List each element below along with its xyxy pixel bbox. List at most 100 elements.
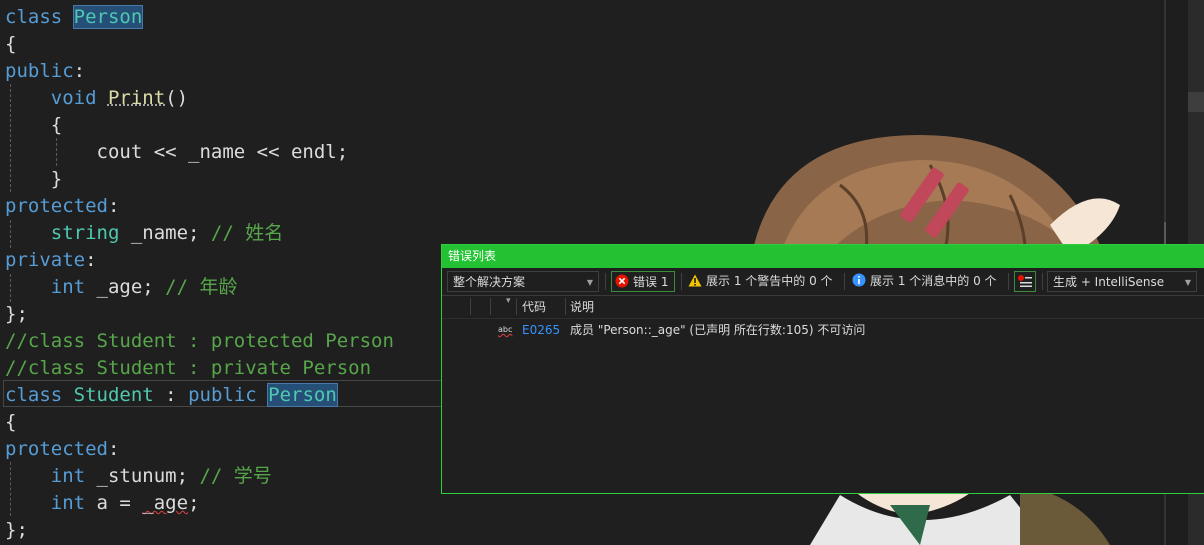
error-code[interactable]: E0265 — [522, 319, 560, 341]
scope-dropdown[interactable]: 整个解决方案 ▼ — [447, 271, 599, 292]
code-token: class — [5, 384, 63, 406]
code-token: : — [153, 384, 189, 406]
error-list-panel[interactable]: 错误列表 整个解决方案 ▼ 错误 1 展示 1 个警告中的 0 个 展示 1 个… — [441, 244, 1204, 494]
sort-indicator-icon: ▾ — [506, 296, 511, 306]
code-token: _name; — [119, 222, 211, 244]
error-list-header: ▾ 代码 说明 — [442, 296, 1204, 319]
build-source-dropdown[interactable]: 生成 + IntelliSense ▼ — [1047, 271, 1197, 292]
code-token: Print — [107, 87, 166, 109]
scope-dropdown-value: 整个解决方案 — [453, 275, 526, 289]
code-line[interactable]: string _name; // 姓名 — [5, 220, 283, 247]
warning-icon — [688, 274, 702, 287]
error-description: 成员 "Person::_age" (已声明 所在行数:105) 不可访问 — [570, 323, 866, 337]
code-token: protected — [5, 438, 108, 460]
column-divider — [490, 298, 491, 315]
column-divider — [516, 298, 517, 315]
code-token: Person — [72, 5, 144, 29]
code-line[interactable]: }; — [5, 517, 28, 544]
code-token: { — [5, 33, 17, 55]
code-token: : — [85, 249, 97, 271]
toolbar-separator — [1042, 273, 1043, 290]
code-line[interactable]: class Student : public Person — [5, 382, 338, 409]
error-icon — [615, 274, 629, 288]
warnings-filter-button[interactable]: 展示 1 个警告中的 0 个 — [688, 271, 833, 292]
code-line[interactable]: int _age; // 年龄 — [5, 274, 238, 301]
code-line[interactable]: protected: — [5, 193, 119, 220]
code-line[interactable]: int a = _age; — [5, 490, 200, 517]
code-line[interactable]: { — [5, 409, 16, 436]
code-line[interactable]: { — [5, 31, 16, 58]
code-token: Person — [267, 383, 338, 407]
code-line[interactable]: public: — [5, 58, 85, 85]
messages-filter-button[interactable]: 展示 1 个消息中的 0 个 — [852, 271, 997, 292]
code-token: _stunum; — [85, 465, 200, 487]
toolbar-separator — [605, 273, 606, 290]
errors-filter-label: 错误 1 — [633, 275, 669, 289]
code-token: int — [50, 276, 86, 298]
code-token: void — [50, 87, 97, 109]
messages-filter-label: 展示 1 个消息中的 0 个 — [870, 274, 997, 288]
code-token: () — [165, 87, 189, 109]
code-line[interactable]: int _stunum; // 学号 — [5, 463, 272, 490]
code-token: protected — [5, 195, 108, 217]
code-line[interactable]: } — [5, 166, 62, 193]
code-token: Student — [73, 384, 154, 406]
code-line[interactable]: void Print() — [5, 85, 188, 112]
code-token: //class Student : protected Person — [5, 330, 394, 352]
code-token: : — [107, 438, 120, 460]
code-token: : — [73, 60, 86, 82]
code-token: // 姓名 — [210, 222, 284, 244]
column-header-description[interactable]: 说明 — [570, 296, 594, 318]
panel-title[interactable]: 错误列表 — [442, 245, 1204, 268]
code-line[interactable]: }; — [5, 301, 28, 328]
code-token: _age — [142, 492, 189, 514]
toolbar-separator — [844, 273, 845, 290]
errors-filter-button[interactable]: 错误 1 — [611, 271, 676, 292]
code-token: }; — [5, 519, 28, 541]
toolbar-separator — [1008, 273, 1009, 290]
code-token: _age; — [85, 276, 166, 298]
code-token: private — [5, 249, 86, 271]
code-token: // 学号 — [199, 465, 272, 487]
code-line[interactable]: //class Student : private Person — [5, 355, 371, 382]
code-token: } — [5, 168, 63, 190]
code-token: int — [50, 492, 86, 514]
code-line[interactable]: protected: — [5, 436, 119, 463]
scrollbar-thumb[interactable] — [1188, 92, 1204, 112]
column-divider — [565, 298, 566, 315]
filter-toggle-button[interactable] — [1014, 271, 1036, 292]
code-token: ; — [188, 492, 200, 514]
info-icon — [852, 273, 866, 287]
code-token: public — [188, 384, 257, 406]
code-line[interactable]: //class Student : protected Person — [5, 328, 394, 355]
code-token: { — [5, 411, 17, 433]
column-header-code[interactable]: 代码 — [522, 296, 546, 318]
warnings-filter-label: 展示 1 个警告中的 0 个 — [706, 274, 833, 288]
code-token: : — [107, 195, 120, 217]
chevron-down-icon: ▼ — [586, 278, 593, 287]
code-line[interactable]: private: — [5, 247, 97, 274]
code-token: class — [5, 6, 63, 28]
code-token: a = — [85, 492, 143, 514]
code-token: cout << _name << endl; — [5, 141, 349, 163]
toolbar-separator — [681, 273, 682, 290]
code-token: { — [5, 114, 63, 136]
code-token: //class Student : private Person — [5, 357, 372, 379]
code-token: public — [5, 60, 74, 82]
filter-list-icon — [1018, 275, 1032, 287]
code-line[interactable]: { — [5, 112, 62, 139]
code-line[interactable]: cout << _name << endl; — [5, 139, 349, 166]
code-line[interactable]: class Person — [5, 4, 144, 31]
intellisense-icon: abc — [498, 325, 513, 334]
build-source-value: 生成 + IntelliSense — [1053, 275, 1165, 289]
code-token: }; — [5, 303, 28, 325]
table-row[interactable]: abc E0265 成员 "Person::_age" (已声明 所在行数:10… — [442, 319, 1204, 341]
